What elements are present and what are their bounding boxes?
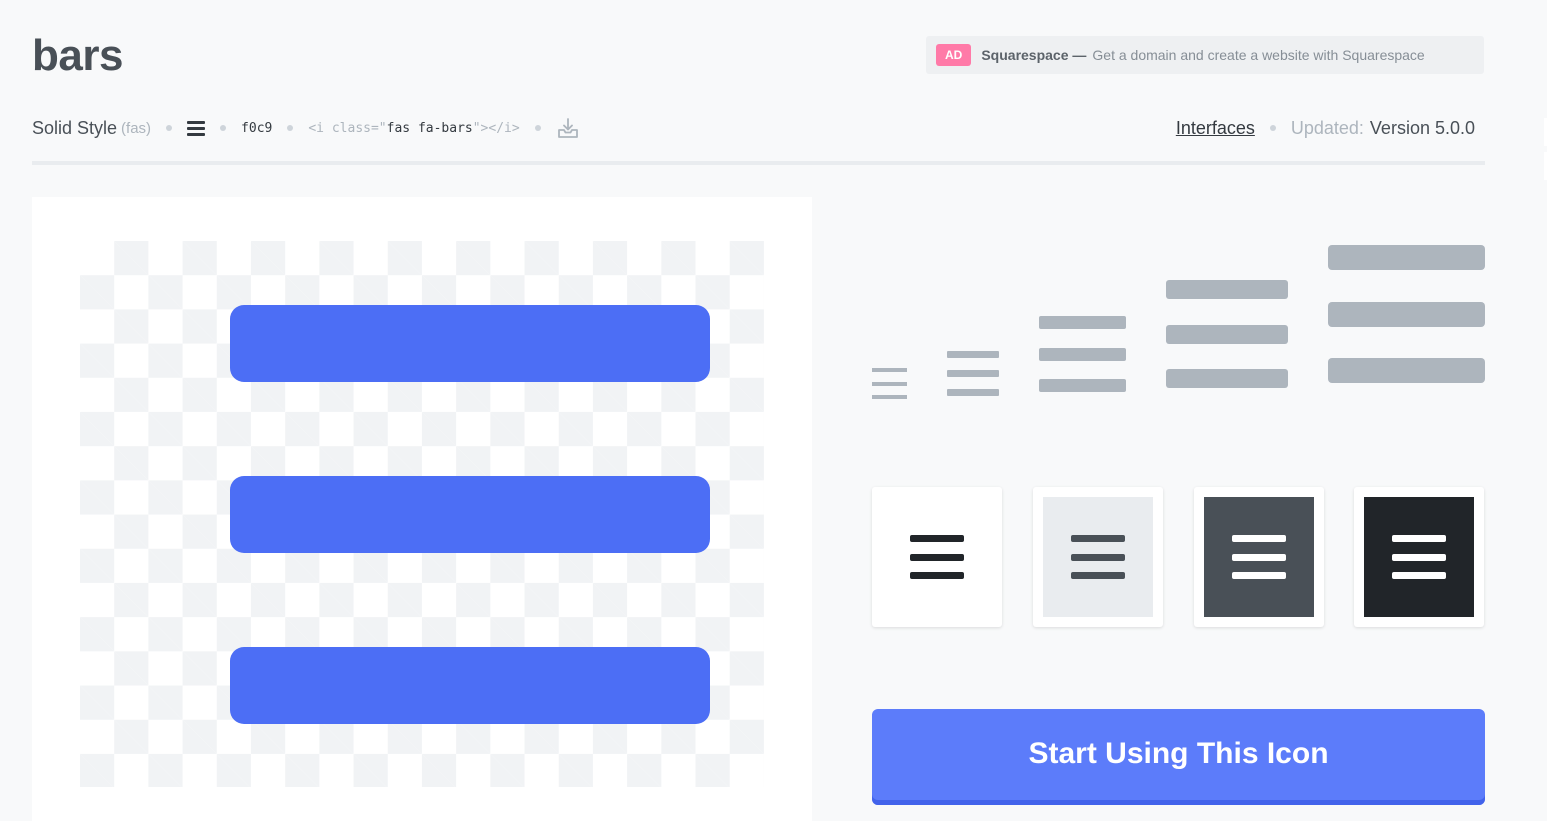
bars-icon-bar-top [230, 305, 710, 382]
bars-icon-size-lg[interactable] [1039, 316, 1126, 392]
icon-preview-panel [32, 197, 812, 821]
updated-version: Version 5.0.0 [1369, 117, 1475, 138]
updated-label: Updated: [1290, 117, 1364, 138]
separator-dot [166, 125, 173, 131]
swatch-black-background [1364, 497, 1474, 617]
swatch-white-background [882, 497, 992, 617]
category-link-interfaces[interactable]: Interfaces [1176, 118, 1255, 139]
start-using-icon-button[interactable]: Start Using This Icon [872, 709, 1485, 805]
bars-icon-size-3x[interactable] [1328, 245, 1485, 383]
ad-banner[interactable]: AD Squarespace — Get a domain and create… [926, 36, 1484, 74]
unicode-value[interactable]: f0c9 [241, 121, 272, 136]
style-label: Solid Style [32, 117, 118, 138]
icon-meta-row: Solid Style (fas) f0c9 <i class="fas fa-… [32, 112, 580, 144]
bars-icon[interactable] [187, 120, 206, 136]
ad-text[interactable]: Get a domain and create a website with S… [1092, 47, 1424, 63]
bars-icon-size-sm[interactable] [947, 351, 999, 396]
bars-icon [1071, 535, 1125, 579]
divider [32, 161, 1485, 165]
swatch-dark-background [1204, 497, 1314, 617]
bars-icon-size-2x[interactable] [1166, 280, 1288, 388]
separator-dot [534, 125, 541, 131]
ad-brand[interactable]: Squarespace — [981, 47, 1086, 63]
html-snippet[interactable]: <i class="fas fa-bars"></i> [308, 121, 519, 136]
bars-icon [1392, 535, 1446, 579]
bars-icon [910, 535, 964, 579]
transparency-checkerboard [80, 241, 764, 787]
html-snippet-open: <i class=" [308, 120, 387, 136]
swatch-light[interactable] [1033, 487, 1163, 627]
separator-dot [220, 125, 227, 131]
bars-icon-bar-middle [230, 476, 710, 553]
style-prefix: (fas) [121, 119, 152, 137]
swatch-dark[interactable] [1194, 487, 1324, 627]
swatch-light-background [1043, 497, 1153, 617]
bars-icon-size-xs[interactable] [872, 368, 907, 399]
bars-icon-bar-bottom [230, 647, 710, 724]
icon-size-examples [872, 240, 1485, 410]
icon-meta-right: Interfaces Updated: Version 5.0.0 [1176, 112, 1475, 144]
html-snippet-class: fas fa-bars [386, 120, 473, 136]
separator-dot [1269, 125, 1276, 131]
html-snippet-close: "></i> [472, 120, 520, 136]
ad-badge: AD [936, 44, 972, 66]
bars-icon [1232, 535, 1286, 579]
icon-title: bars [32, 31, 123, 80]
swatch-black[interactable] [1354, 487, 1484, 627]
swatch-white[interactable] [872, 487, 1002, 627]
download-icon[interactable] [556, 117, 580, 139]
separator-dot [287, 125, 294, 131]
